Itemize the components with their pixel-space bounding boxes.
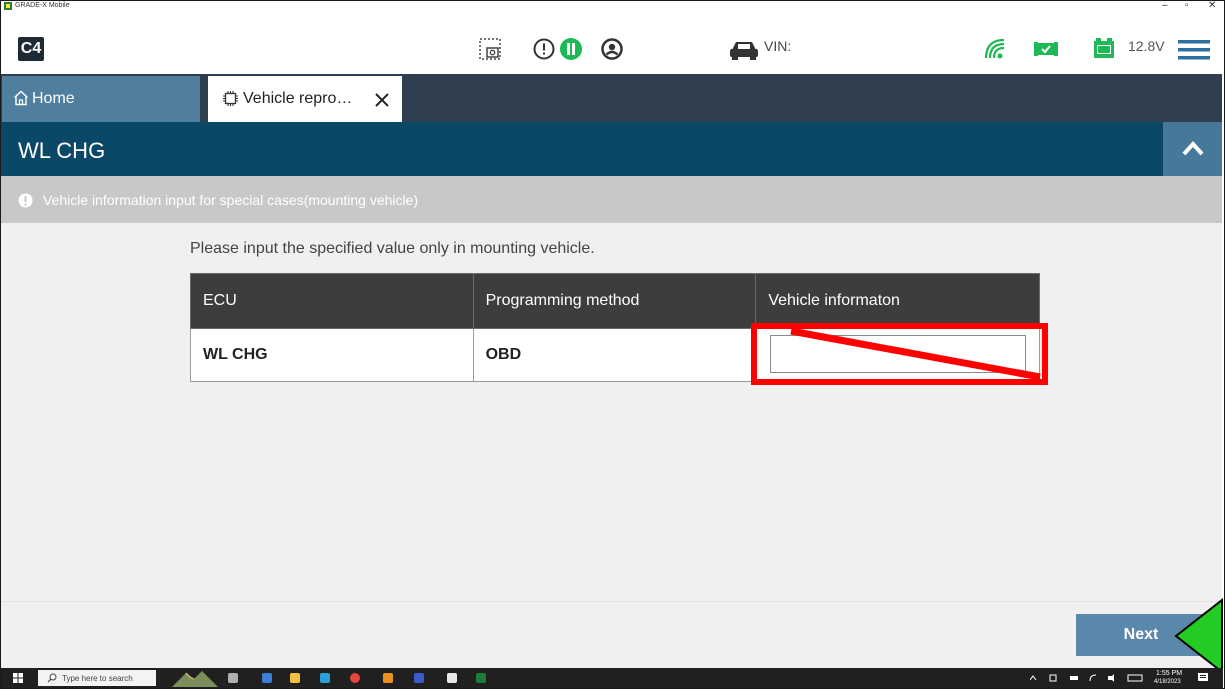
title-bar (1, 1, 1222, 14)
taskbar-landscape-icon[interactable] (172, 669, 218, 687)
system-tray-icons[interactable] (1030, 673, 1148, 683)
taskbar-app-icon-1[interactable] (262, 673, 272, 683)
file-explorer-icon[interactable] (290, 673, 300, 683)
vehicle-information-input[interactable] (770, 335, 1026, 373)
notification-icon[interactable] (1197, 672, 1209, 684)
battery-voltage: 12.8V (1128, 38, 1165, 54)
task-view-icon[interactable] (228, 673, 238, 683)
taskbar-app-icon-3[interactable] (414, 673, 424, 683)
notepad-icon[interactable] (447, 673, 457, 683)
cell-programming-method: OBD (472, 328, 757, 382)
cell-ecu: WL CHG (190, 328, 474, 382)
alert-icon[interactable] (532, 37, 556, 61)
vin-label: VIN: (764, 38, 792, 54)
section-header (1, 122, 1222, 176)
taskbar-clock-date: 4/18/2023 (1154, 679, 1181, 685)
car-icon (730, 42, 758, 60)
window-title: GRADE-X Mobile (15, 2, 70, 9)
column-header-vehicle-information: Vehicle informaton (755, 273, 1040, 329)
tab-home-label: Home (32, 90, 75, 107)
section-title: WL CHG (18, 138, 106, 163)
home-icon (14, 90, 28, 106)
camera-capture-icon[interactable] (478, 37, 502, 61)
taskbar-app-icon-2[interactable] (383, 673, 393, 683)
instruction-text: Please input the specified value only in… (190, 240, 595, 257)
table-header-row: ECU Programming method Vehicle informato… (190, 273, 1040, 329)
taskbar-clock-time: 1:55 PM (1156, 670, 1183, 677)
vci-connected-icon (1034, 42, 1058, 56)
footer-bar (1, 601, 1222, 669)
chevron-up-icon (1182, 141, 1204, 156)
column-header-programming-method: Programming method (472, 273, 757, 329)
info-message: Vehicle information input for special ca… (43, 192, 419, 208)
excel-icon[interactable] (476, 673, 486, 683)
chrome-icon[interactable] (350, 673, 360, 683)
close-window-button[interactable]: ✕ (1208, 1, 1216, 11)
info-icon (18, 193, 33, 208)
wireless-icon (984, 38, 1005, 59)
minimize-button[interactable]: – (1162, 1, 1168, 11)
windows-start-icon[interactable] (13, 673, 23, 683)
close-tab-icon[interactable] (374, 92, 390, 108)
collapse-button[interactable] (1163, 122, 1222, 176)
column-header-ecu: ECU (190, 273, 474, 329)
maximize-button[interactable]: ▫ (1185, 1, 1189, 11)
c4-logo: C4 (18, 37, 44, 61)
user-icon[interactable] (600, 37, 624, 61)
annotation-arrow-icon (1174, 598, 1223, 674)
app-logo-icon (4, 2, 12, 10)
chip-icon (223, 91, 238, 106)
pause-icon[interactable] (559, 37, 583, 61)
search-icon (47, 673, 57, 683)
menu-icon[interactable] (1178, 39, 1210, 61)
taskbar-search-placeholder: Type here to search (62, 674, 133, 683)
mail-icon[interactable] (320, 673, 330, 683)
battery-icon (1094, 38, 1114, 58)
tab-vehicle-label: Vehicle repro… (243, 90, 353, 107)
